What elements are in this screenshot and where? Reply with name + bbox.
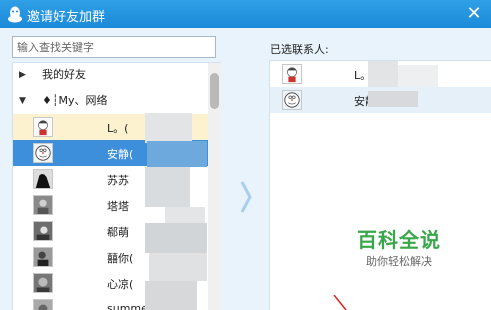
group-my-friends[interactable]: ▶ 我的好友 — [13, 63, 208, 87]
search-input[interactable] — [12, 36, 216, 58]
selected-contacts-header: 已选联系人: — [270, 43, 329, 56]
window-title: 邀请好友加群 — [27, 10, 106, 25]
dark-silhouette-avatar-icon — [33, 169, 53, 189]
contact-name: 心凉( — [107, 278, 134, 291]
group-label: ♦┆My、网络 — [42, 94, 108, 107]
photo-avatar-icon — [33, 273, 53, 293]
scrollbar-thumb[interactable] — [210, 73, 219, 109]
privacy-mosaic — [368, 61, 438, 107]
contact-name: 郗萌 — [107, 226, 129, 239]
contact-name: 塔塔 — [107, 200, 129, 213]
photo-avatar-icon — [33, 221, 53, 241]
photo-avatar-icon — [33, 195, 53, 215]
doraemon-avatar-icon — [282, 90, 302, 110]
group-my-network[interactable]: ▼ ♦┆My、网络 — [13, 89, 208, 113]
contact-name: L。( — [107, 122, 129, 135]
close-icon: ✕ — [466, 3, 482, 24]
red-annotation-mark — [333, 295, 347, 310]
title-bar: 邀请好友加群 ✕ — [0, 0, 491, 28]
privacy-mosaic — [145, 113, 215, 310]
qq-penguin-icon — [8, 6, 22, 23]
photo-avatar-icon — [33, 247, 53, 267]
contact-name: 苏苏 — [107, 174, 129, 187]
group-label: 我的好友 — [42, 68, 86, 81]
cartoon-boy-avatar-icon — [33, 117, 53, 137]
watermark-title: 百科全说 — [357, 228, 441, 252]
expand-arrow-icon[interactable]: ▶ — [19, 63, 26, 87]
transfer-arrow-icon[interactable] — [239, 180, 253, 214]
photo-avatar-icon — [33, 299, 53, 310]
contact-name: 安静( — [107, 148, 134, 161]
collapse-arrow-icon[interactable]: ▼ — [19, 89, 26, 113]
cartoon-boy-avatar-icon — [282, 64, 302, 84]
close-button[interactable]: ✕ — [463, 3, 485, 25]
contact-name: 囍你( — [107, 252, 134, 265]
watermark-subtitle: 助你轻松解决 — [366, 255, 432, 268]
doraemon-avatar-icon — [33, 143, 53, 163]
watermark-logo: 百科全说 助你轻松解决 — [344, 226, 454, 286]
